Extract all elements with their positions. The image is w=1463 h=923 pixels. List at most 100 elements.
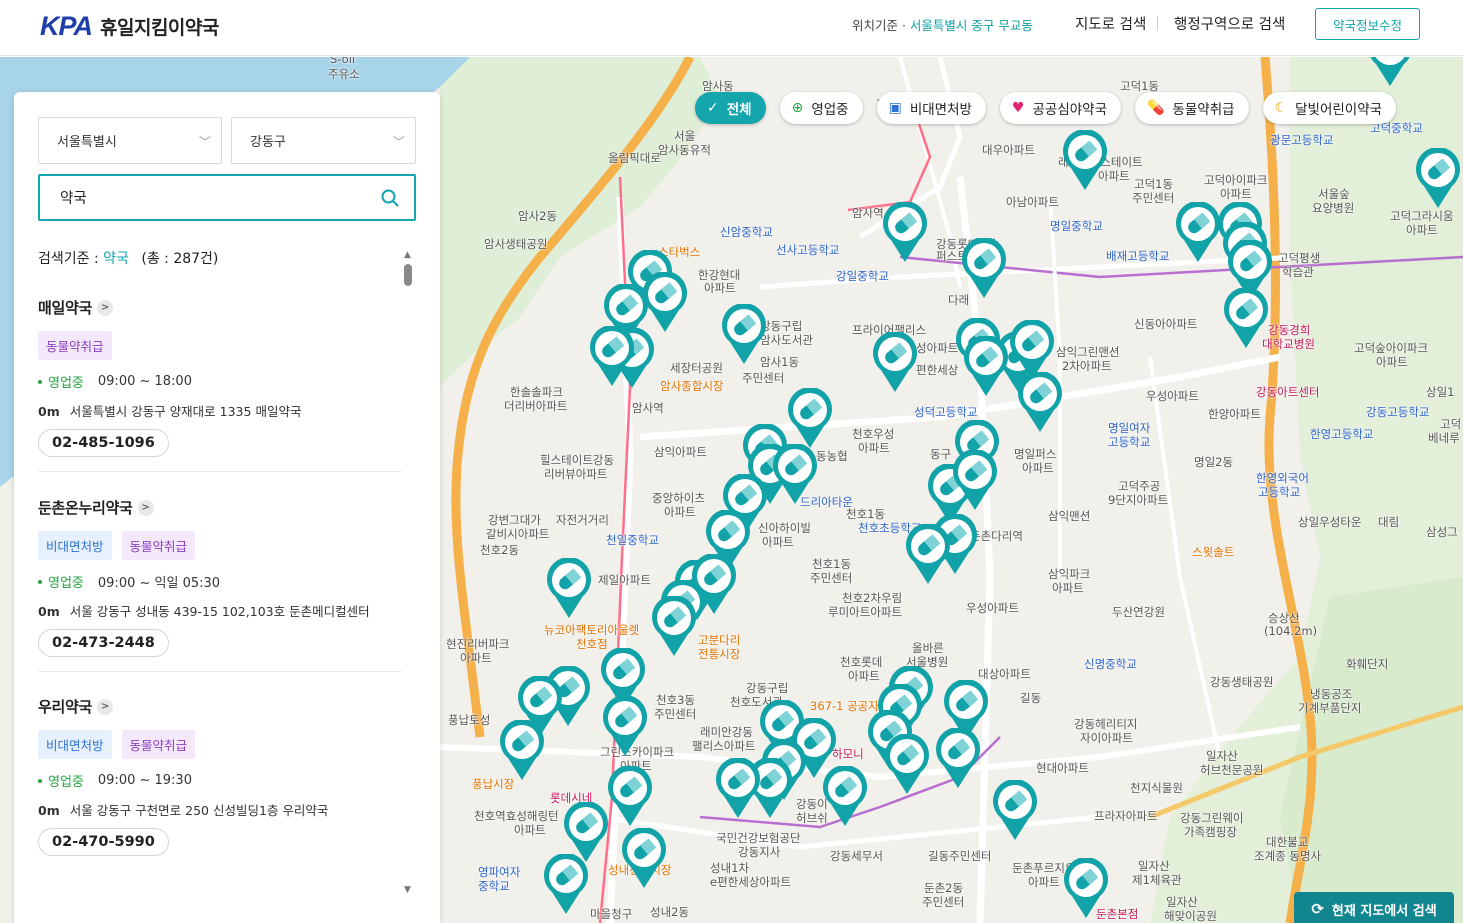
pharmacy-marker-icon[interactable] (542, 853, 590, 916)
filter-chip[interactable]: ✓ 전체 (695, 92, 766, 124)
map-label: 성아파트 (916, 341, 959, 355)
pharmacy-tags: 동물약취급 (38, 331, 402, 360)
pharmacy-marker-icon[interactable] (951, 449, 999, 512)
pharmacy-marker-icon[interactable] (1222, 287, 1270, 350)
search-input[interactable]: 약국 (38, 174, 416, 221)
pharmacy-marker-icon[interactable] (650, 595, 698, 658)
pharmacy-marker-icon[interactable] (871, 331, 919, 394)
filter-chip[interactable]: ♥ 공공심야약국 (999, 92, 1122, 124)
map-label: 아파트 (704, 281, 736, 295)
pharmacy-name: 우리약국 (38, 698, 93, 716)
filter-chip[interactable]: ▣ 비대면처방 (876, 92, 986, 124)
map-label: 아파트 (1406, 223, 1438, 237)
map-label: 강동세무서 (830, 849, 883, 863)
scrollbar-thumb[interactable] (404, 264, 412, 286)
scroll-up-arrow-icon[interactable]: ▲ (404, 250, 411, 260)
map-label: S-oil (330, 57, 356, 66)
moon-icon: ☾ (1274, 100, 1288, 116)
pharmacy-distance: 0m (38, 604, 60, 619)
map-label: 우성아파트 (1146, 389, 1199, 403)
city-select-value: 서울특별시 (57, 135, 117, 150)
pharmacy-marker-icon[interactable] (620, 827, 668, 890)
map-label: 강동아트센터 (1256, 385, 1320, 399)
pharmacy-phone-button[interactable]: 02-473-2448 (38, 629, 169, 657)
map-label: 암사생태공원 (484, 237, 548, 251)
pharmacy-marker-icon[interactable] (821, 765, 869, 828)
scroll-down-arrow-icon[interactable]: ▼ (404, 885, 411, 895)
district-select[interactable]: 강동구 ﹀ (231, 117, 416, 164)
pharmacy-marker-icon[interactable] (1061, 129, 1109, 192)
nav-divider (1157, 16, 1158, 30)
pharmacy-marker-icon[interactable] (1016, 371, 1064, 434)
pharmacy-marker-icon[interactable] (601, 695, 649, 758)
filter-chip[interactable]: ⊕ 영업중 (779, 92, 863, 124)
search-current-map-label: 현재 지도에서 검색 (1331, 903, 1437, 919)
map-label: 아파트 (1376, 355, 1408, 369)
pharmacy-marker-icon[interactable] (934, 727, 982, 790)
pharmacy-marker-icon[interactable] (606, 765, 654, 828)
pharmacy-list-item[interactable]: 둔촌온누리약국 > 비대면처방 동물약취급 영업중 09:00 ~ 익일 05:30 0m 서… (38, 497, 402, 657)
pharmacy-name-row[interactable]: 둔촌온누리약국 > (38, 497, 402, 518)
open-status: 영업중 (48, 775, 84, 790)
pharmacy-marker-icon[interactable] (960, 237, 1008, 300)
hours-value: 09:00 ~ 19:30 (97, 773, 192, 788)
map-label: 자이아파트 (1080, 731, 1133, 745)
map-label: 팰리스아파트 (692, 739, 756, 753)
logo[interactable]: KPA 휴일지킴이약국 (40, 11, 219, 42)
search-current-map-button[interactable]: ⟳ 현재 지도에서 검색 (1294, 892, 1454, 923)
pharmacy-marker-icon[interactable] (883, 733, 931, 796)
pharmacy-marker-icon[interactable] (1174, 201, 1222, 264)
map-label: 암사2동 (518, 209, 558, 223)
map-label: 배재고등학교 (1106, 249, 1170, 263)
pharmacy-hours: 영업중 09:00 ~ 18:00 (38, 372, 402, 391)
pharmacy-marker-icon[interactable] (714, 757, 762, 820)
pharmacy-marker-icon[interactable] (720, 303, 768, 366)
map-label: 아파트 (1028, 875, 1060, 889)
pharmacy-marker-icon[interactable] (1366, 57, 1414, 88)
nav-map-search[interactable]: 지도로 검색 (1075, 13, 1146, 34)
map-label: 풍납토성 (448, 713, 491, 727)
address-value: 서울특별시 강동구 양재대로 1335 매일약국 (69, 404, 302, 419)
pharmacy-marker-icon[interactable] (786, 387, 834, 450)
filter-chip[interactable]: 💊 동물약취급 (1135, 92, 1249, 124)
map-label: 천호2동 (480, 543, 520, 557)
city-select[interactable]: 서울특별시 ﹀ (38, 117, 222, 164)
map-label: 암사동유적 (658, 143, 711, 157)
map-label: 세장터공원 (670, 361, 723, 375)
pharmacy-marker-icon[interactable] (991, 779, 1039, 842)
pharmacy-tag: 동물약취급 (121, 730, 196, 759)
pharmacy-marker-icon[interactable] (1062, 857, 1110, 920)
pharmacy-marker-icon[interactable] (881, 201, 929, 264)
pharmacy-list-item[interactable]: 매일약국 > 동물약취급 영업중 09:00 ~ 18:00 0m 서울특별시 강동구 양재… (38, 297, 402, 457)
map-label: 삼익아파트 (654, 445, 707, 459)
pharmacy-name-row[interactable]: 매일약국 > (38, 297, 402, 318)
location-prefix: 위치기준 · (852, 18, 910, 33)
map-label: 마을청구 (590, 907, 633, 921)
pharmacy-marker-icon[interactable] (498, 719, 546, 782)
open-plus-icon: ⊕ (791, 100, 804, 116)
chevron-right-icon[interactable]: > (97, 698, 114, 715)
location-value[interactable]: 서울특별시 중구 무교동 (910, 18, 1033, 33)
pharmacy-marker-icon[interactable] (1414, 147, 1462, 210)
edit-pharmacy-info-button[interactable]: 약국정보수정 (1315, 8, 1420, 40)
address-value: 서울 강동구 성내동 439-15 102,103호 둔촌메디컬센터 (69, 604, 370, 619)
map-label: 동구 (930, 447, 952, 461)
pharmacy-marker-icon[interactable] (588, 325, 636, 388)
pharmacy-marker-icon[interactable] (545, 557, 593, 620)
pharmacy-phone-button[interactable]: 02-470-5990 (38, 828, 169, 856)
pharmacy-marker-icon[interactable] (962, 335, 1010, 398)
chevron-right-icon[interactable]: > (97, 299, 114, 316)
map-label: 아파트 (762, 535, 794, 549)
chevron-right-icon[interactable]: > (137, 499, 154, 516)
nav-region-search[interactable]: 행정구역으로 검색 (1174, 13, 1285, 34)
pharmacy-name-row[interactable]: 우리약국 > (38, 696, 402, 717)
map-label: 현대아파트 (1036, 761, 1089, 775)
pharmacy-phone-button[interactable]: 02-485-1096 (38, 429, 169, 457)
filter-chip[interactable]: ☾ 달빛어린이약국 (1262, 92, 1397, 124)
pharmacy-list-item[interactable]: 우리약국 > 비대면처방 동물약취급 영업중 09:00 ~ 19:30 0m 서울 강동구 … (38, 696, 402, 856)
pharmacy-marker-icon[interactable] (771, 443, 819, 506)
top-header: KPA 휴일지킴이약국 위치기준 · 서울특별시 중구 무교동 지도로 검색 행… (0, 0, 1463, 56)
pharmacy-address: 0m 서울 강동구 구천면로 250 신성빌딩1층 우리약국 (38, 800, 402, 819)
search-icon[interactable] (380, 188, 400, 212)
pharmacy-marker-icon[interactable] (904, 523, 952, 586)
